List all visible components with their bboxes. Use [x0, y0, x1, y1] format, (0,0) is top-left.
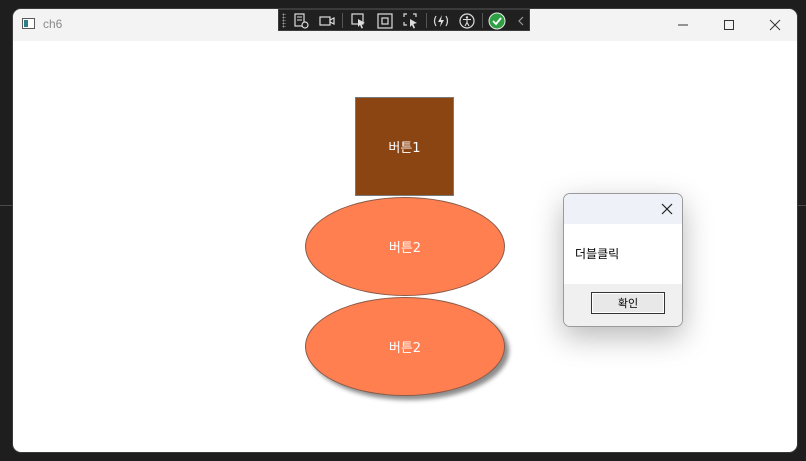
check-icon[interactable] [488, 12, 506, 30]
collapse-icon[interactable] [512, 12, 530, 30]
hot-reload-icon[interactable] [432, 12, 450, 30]
close-icon [769, 19, 781, 31]
accessibility-icon[interactable] [458, 12, 476, 30]
button-1[interactable]: 버튼1 [355, 97, 454, 196]
ok-button-label: 확인 [617, 297, 639, 310]
ok-button[interactable]: 확인 [591, 292, 665, 314]
ellipse-button-2[interactable]: 버튼2 [305, 197, 505, 296]
grip-icon[interactable] [282, 13, 286, 28]
app-icon [22, 18, 35, 29]
maximize-icon [724, 20, 734, 30]
debug-toolbar [278, 9, 530, 31]
message-dialog: 더블클릭 확인 [563, 193, 683, 327]
maximize-button[interactable] [706, 9, 752, 41]
ellipse-button-3[interactable]: 버튼2 [305, 297, 505, 396]
live-tree-icon[interactable] [292, 12, 310, 30]
dialog-close-button[interactable] [656, 198, 678, 220]
app-window: ch6 버튼1 버튼2 버튼2 더블클릭 확인 [13, 9, 797, 452]
dialog-message: 더블클릭 [575, 247, 620, 261]
layout-adorners-icon[interactable] [376, 12, 394, 30]
window-title: ch6 [43, 17, 63, 31]
toolbar-separator [342, 13, 343, 28]
minimize-button[interactable] [660, 9, 706, 41]
ellipse-button-3-label: 버튼2 [388, 341, 422, 356]
ellipse-button-2-label: 버튼2 [388, 241, 422, 256]
button-1-label: 버튼1 [388, 141, 421, 156]
select-element-icon[interactable] [350, 12, 368, 30]
minimize-icon [678, 24, 688, 26]
close-button[interactable] [752, 9, 797, 41]
toolbar-separator [482, 13, 483, 28]
toolbar-separator [426, 13, 427, 28]
video-icon[interactable] [318, 12, 336, 30]
close-icon [661, 203, 673, 215]
track-focus-icon[interactable] [402, 12, 420, 30]
